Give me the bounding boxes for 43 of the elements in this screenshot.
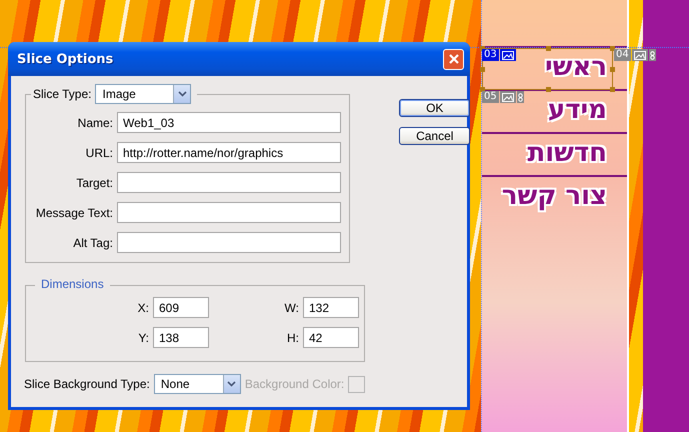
resize-handle[interactable] [480, 67, 485, 72]
field-label: Target: [75, 176, 113, 190]
field-label: X: [136, 300, 149, 314]
slice-type-dropdown[interactable]: Image [95, 84, 192, 104]
number-field[interactable]: 42 [303, 327, 359, 348]
field-label: W: [284, 300, 299, 314]
field-label: URL: [84, 146, 113, 160]
field-label: Slice Background Type: [24, 377, 150, 391]
caret-icon[interactable] [173, 85, 190, 103]
text-field[interactable] [117, 202, 341, 223]
number-field[interactable]: 609 [153, 297, 209, 318]
slice-number[interactable]: 03 [482, 49, 499, 61]
slice-number[interactable]: 04 [614, 49, 631, 61]
field-label: Alt Tag: [72, 236, 113, 250]
number-field[interactable]: 138 [153, 327, 209, 348]
text-field[interactable]: http://rotter.name/nor/graphics [117, 142, 341, 163]
field-label: Name: [76, 116, 113, 130]
resize-handle[interactable] [546, 87, 551, 92]
text-field[interactable] [117, 232, 341, 253]
image-icon [500, 91, 516, 103]
text-field[interactable] [117, 172, 341, 193]
background-type-dropdown[interactable]: None [154, 374, 241, 394]
dialog-button[interactable]: Cancel [399, 127, 470, 145]
field-label: Message Text: [34, 206, 113, 220]
image-icon [500, 49, 516, 61]
resize-handle[interactable] [610, 67, 615, 72]
dialog-button[interactable]: OK [399, 99, 470, 117]
resize-handle[interactable] [546, 46, 551, 51]
close-icon[interactable] [448, 54, 458, 64]
slice-number[interactable]: 05 [482, 91, 499, 103]
field-label: Slice Type: [33, 87, 92, 101]
number-field[interactable]: 132 [303, 297, 359, 318]
close-button[interactable] [443, 48, 464, 70]
text-field[interactable]: Web1_03 [117, 112, 341, 133]
resize-handle[interactable] [610, 46, 615, 51]
resize-handle[interactable] [610, 87, 615, 92]
caret-icon[interactable] [222, 375, 240, 393]
window-title: Slice Options [17, 52, 114, 66]
field-label: Y: [137, 330, 149, 344]
field-label: Background Color: [244, 377, 344, 391]
field-label: H: [286, 330, 299, 344]
color-swatch [348, 376, 366, 392]
image-icon [632, 49, 648, 61]
